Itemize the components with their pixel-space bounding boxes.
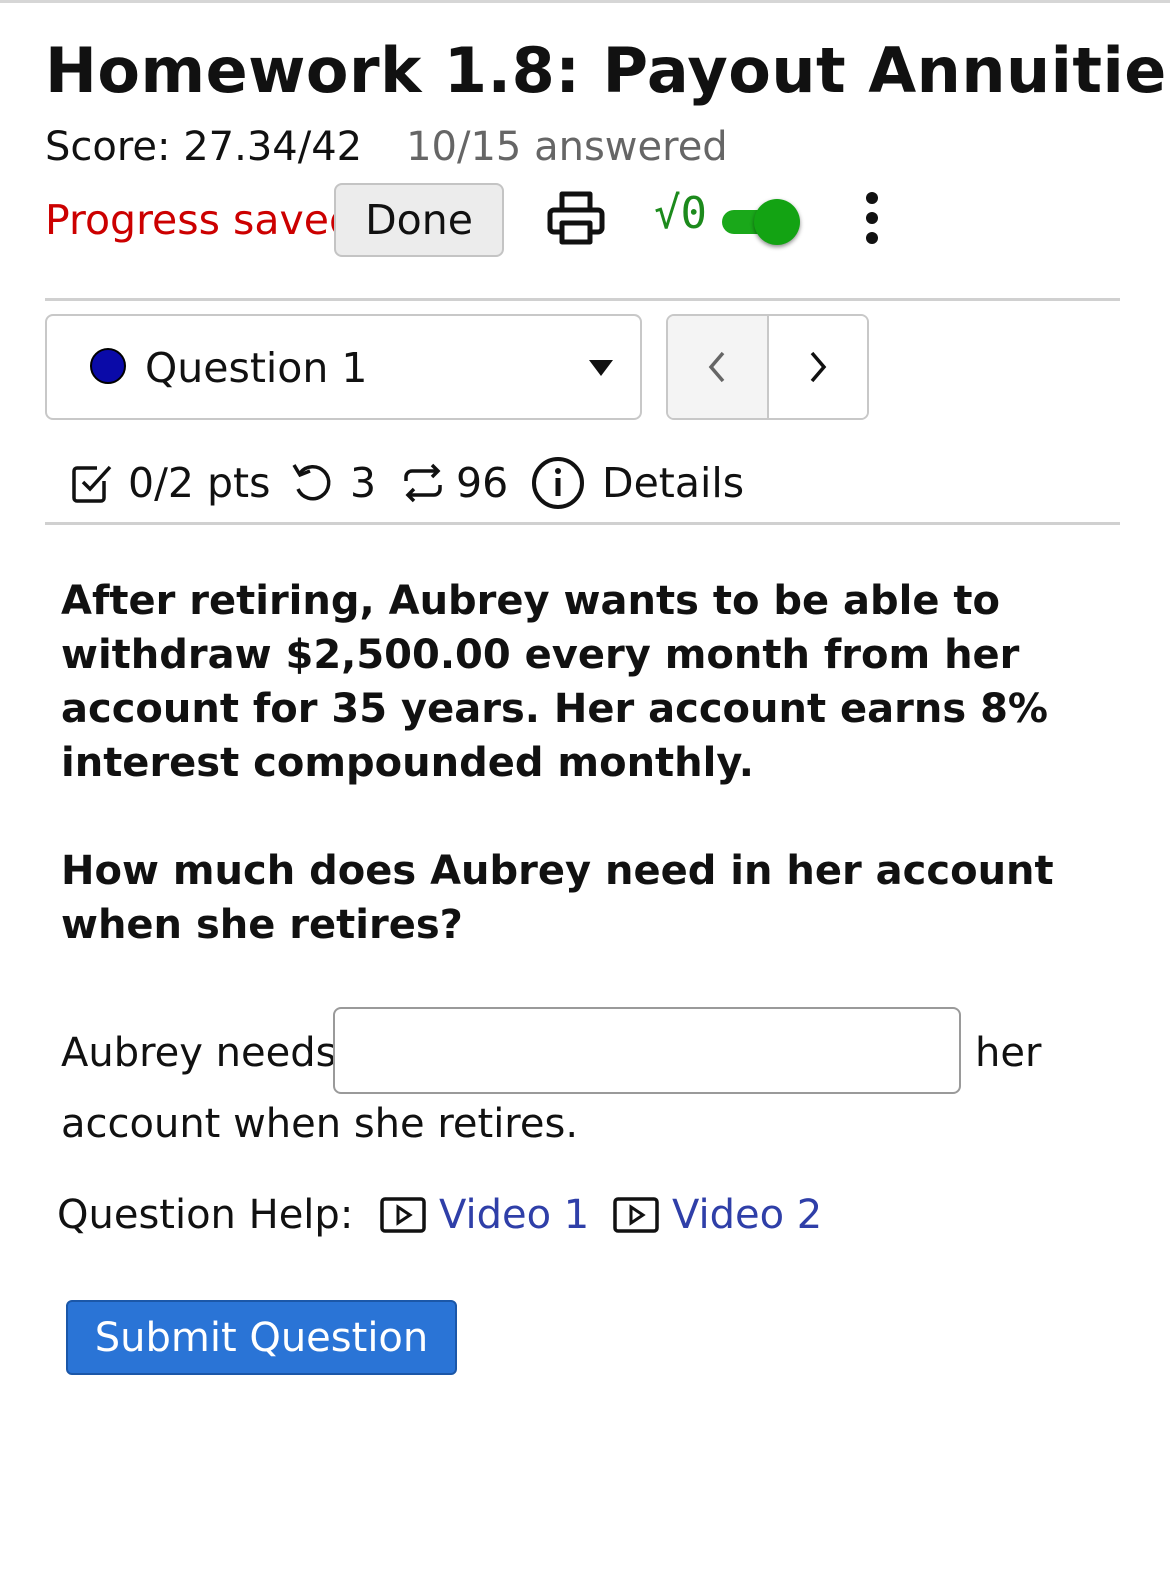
video-1-label: Video 1: [439, 1192, 590, 1238]
top-border: [0, 0, 1170, 3]
undo-icon: [292, 464, 331, 501]
score-text: Score: 27.34/42: [45, 124, 363, 170]
video-play-icon: [380, 1197, 426, 1233]
answered-count: 10/15 answered: [406, 124, 728, 170]
details-label: Details: [602, 459, 745, 507]
versions-text: 96: [456, 459, 509, 507]
answer-prefix: Aubrey needs: [61, 1030, 337, 1076]
info-icon: [532, 457, 584, 509]
points-text: 0/2 pts: [128, 459, 271, 507]
answer-suffix-continued: account when she retires.: [61, 1101, 579, 1147]
print-icon[interactable]: [546, 188, 606, 252]
details-link[interactable]: Details: [530, 448, 744, 518]
repeat-icon: [404, 463, 442, 503]
question-meta: 0/2 pts 3 96 Details: [70, 448, 1070, 518]
page-title: Homework 1.8: Payout Annuities: [45, 34, 1170, 107]
done-button[interactable]: Done: [334, 183, 504, 257]
toggle-knob: [754, 199, 800, 245]
score-summary: Score: 27.34/42 10/15 answered: [45, 124, 728, 170]
divider: [45, 522, 1120, 525]
divider: [45, 298, 1120, 301]
math-entry-toggle[interactable]: [722, 196, 802, 248]
points-info: 0/2 pts: [70, 448, 270, 518]
submit-question-button[interactable]: Submit Question: [66, 1300, 457, 1375]
chevron-right-icon: [810, 351, 827, 383]
answer-input[interactable]: [333, 1007, 961, 1094]
question-nav-buttons: [666, 314, 869, 420]
question-help-label: Question Help:: [57, 1192, 354, 1238]
video-1-link[interactable]: Video 1: [379, 1192, 589, 1238]
progress-status: Progress saved: [45, 196, 356, 244]
question-paragraph: After retiring, Aubrey wants to be able …: [61, 578, 1048, 786]
attempts-text: 3: [350, 459, 377, 507]
dropdown-caret-icon: [589, 360, 613, 376]
question-prompt: How much does Aubrey need in her account…: [61, 848, 1054, 948]
question-body: After retiring, Aubrey wants to be able …: [61, 574, 1121, 952]
more-options-icon[interactable]: [860, 190, 884, 248]
video-2-label: Video 2: [672, 1192, 823, 1238]
video-play-icon: [613, 1197, 659, 1233]
question-selector[interactable]: Question 1: [45, 314, 642, 420]
video-2-link[interactable]: Video 2: [612, 1192, 822, 1238]
attempts-info: 3: [290, 448, 376, 518]
question-status-dot: [90, 348, 126, 384]
chevron-left-icon: [708, 351, 725, 383]
next-question-button[interactable]: [768, 316, 867, 418]
versions-info: 96: [400, 448, 508, 518]
previous-question-button[interactable]: [668, 316, 769, 418]
checkbox-icon: [72, 465, 112, 503]
question-selector-label: Question 1: [145, 344, 368, 392]
answer-suffix: her: [975, 1030, 1042, 1076]
math-entry-icon: √0: [654, 188, 707, 239]
